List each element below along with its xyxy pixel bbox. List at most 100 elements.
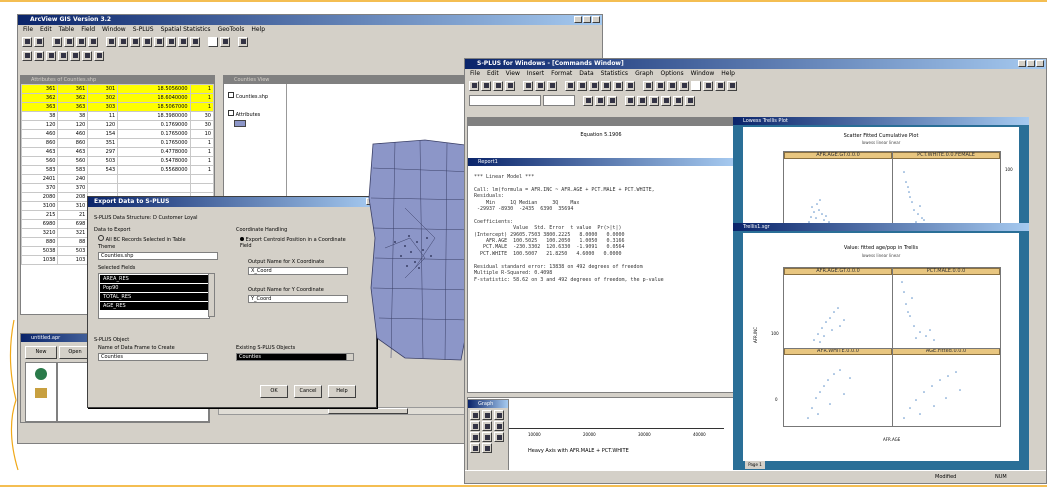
measure-tool[interactable] <box>82 50 92 61</box>
chevron-down-icon[interactable] <box>346 353 354 361</box>
field-list-item[interactable]: AGE_RES <box>100 302 208 310</box>
help-button[interactable] <box>727 80 737 91</box>
table-row[interactable]: 460 460 154 0.1765000 10 <box>21 129 214 139</box>
graph1-title[interactable]: Lowess Trellis Plot <box>733 117 1029 125</box>
table-row[interactable]: 362 362 302 18.6040000 1 <box>21 93 214 103</box>
print-button[interactable] <box>505 80 515 91</box>
table-cell[interactable]: 208 <box>57 192 89 202</box>
coord-option[interactable]: Export Centroid Position in a Coordinate… <box>240 237 350 249</box>
table-cell[interactable]: 321 <box>57 228 89 238</box>
data-frame-name-field[interactable]: Counties <box>98 353 208 361</box>
table-cell[interactable]: 30 <box>189 111 214 121</box>
fields-scrollbar[interactable] <box>208 273 215 317</box>
trellis-button[interactable] <box>715 80 725 91</box>
table-row[interactable]: 363 363 303 18.5067000 1 <box>21 102 214 112</box>
table-row[interactable]: 560 560 503 0.5478000 1 <box>21 156 214 166</box>
table-cell[interactable] <box>87 183 119 193</box>
maximize-button[interactable] <box>583 16 591 23</box>
county-map[interactable] <box>365 138 480 363</box>
arcview-menu-spatial-statistics[interactable]: Spatial Statistics <box>161 25 211 34</box>
table-cell[interactable]: 362 <box>21 93 59 103</box>
paste-button[interactable] <box>88 36 98 47</box>
zoom-in-tool[interactable] <box>46 50 56 61</box>
arcview-menu-window[interactable]: Window <box>102 25 126 34</box>
table-cell[interactable]: 543 <box>87 165 119 175</box>
italic-button[interactable] <box>595 95 605 106</box>
table-cell[interactable]: 310 <box>57 201 89 211</box>
table-cell[interactable]: 3210 <box>21 228 59 238</box>
arcview-menu-geotools[interactable]: GeoTools <box>218 25 245 34</box>
table-cell[interactable]: 0.1765000 <box>117 129 191 139</box>
edit-button[interactable] <box>64 36 74 47</box>
table-cell[interactable]: 560 <box>21 156 59 166</box>
views-icon[interactable] <box>35 368 47 380</box>
align-center-button[interactable] <box>637 95 647 106</box>
table-cell[interactable]: 18.5056000 <box>117 84 191 94</box>
sort-descending-button[interactable] <box>142 36 152 47</box>
undo-button[interactable] <box>565 80 575 91</box>
axis-tool[interactable] <box>482 443 492 453</box>
layout-button[interactable] <box>220 36 230 47</box>
page-tab[interactable]: Page 1 <box>745 461 765 469</box>
copy-button[interactable] <box>76 36 86 47</box>
table-cell[interactable] <box>189 183 214 193</box>
table-cell[interactable]: 301 <box>87 84 119 94</box>
field-list-item[interactable]: AREA_RES <box>100 275 208 283</box>
table-cell[interactable]: 215 <box>21 210 59 220</box>
table-cell[interactable]: 10 <box>189 129 214 139</box>
table-cell[interactable]: 21 <box>57 210 89 220</box>
scroll-thumb[interactable] <box>328 408 408 414</box>
table-cell[interactable]: 11 <box>87 111 119 121</box>
arcview-menu-table[interactable]: Table <box>59 25 75 34</box>
ok-button[interactable]: OK <box>260 385 288 398</box>
arcview-menu-file[interactable]: File <box>23 25 33 34</box>
table-cell[interactable]: 560 <box>57 156 89 166</box>
new-button[interactable] <box>469 80 479 91</box>
table-cell[interactable]: 370 <box>57 183 89 193</box>
table-cell[interactable]: 463 <box>21 147 59 157</box>
table-cell[interactable]: 1 <box>189 165 214 175</box>
query-button[interactable] <box>106 36 116 47</box>
arcview-menu-field[interactable]: Field <box>81 25 95 34</box>
table-cell[interactable] <box>117 174 191 184</box>
table-cell[interactable]: 0.4778000 <box>117 147 191 157</box>
align-left-button[interactable] <box>625 95 635 106</box>
text-tool[interactable] <box>94 50 104 61</box>
table-cell[interactable]: 460 <box>57 129 89 139</box>
bold-button[interactable] <box>583 95 593 106</box>
plot-2d-button[interactable] <box>655 80 665 91</box>
table-cell[interactable]: 38 <box>21 111 59 121</box>
splus-menu-graph[interactable]: Graph <box>635 69 653 78</box>
table-cell[interactable]: 120 <box>21 120 59 130</box>
table-cell[interactable]: 2080 <box>21 192 59 202</box>
table-cell[interactable] <box>189 174 214 184</box>
graph2-plot[interactable]: AFR.AGE.GT.0.0.0 PCT.MALE.0.0.0 AFR.WHIT… <box>783 267 1001 427</box>
table-cell[interactable]: 5038 <box>21 246 59 256</box>
table-row[interactable]: 361 361 301 18.5056000 1 <box>21 84 214 94</box>
summarize-button[interactable] <box>154 36 164 47</box>
help-button[interactable]: Help <box>328 385 356 398</box>
page-combo[interactable] <box>543 95 575 106</box>
export-dialog-titlebar[interactable]: Export Data to S-PLUS <box>88 197 376 207</box>
redo-button[interactable] <box>577 80 587 91</box>
date-tool[interactable] <box>494 432 504 442</box>
zoom-button[interactable] <box>691 80 701 91</box>
table-cell[interactable]: 370 <box>21 183 59 193</box>
table-cell[interactable]: 2401 <box>21 174 59 184</box>
table-cell[interactable]: 860 <box>21 138 59 148</box>
legend-item-attributes[interactable]: Attributes <box>228 110 260 127</box>
data-button[interactable] <box>601 80 611 91</box>
arcview-menu-help[interactable]: Help <box>251 25 265 34</box>
export-all-option[interactable]: All BC Records Selected in Table <box>98 235 186 243</box>
underline-button[interactable] <box>607 95 617 106</box>
identify-tool[interactable] <box>34 50 44 61</box>
table-row[interactable]: 120 120 120 0.1769000 30 <box>21 120 214 130</box>
arrow2-tool[interactable] <box>494 421 504 431</box>
table-cell[interactable]: 1 <box>189 93 214 103</box>
annotate-button[interactable] <box>679 80 689 91</box>
select-button[interactable] <box>703 80 713 91</box>
pan-tool[interactable] <box>70 50 80 61</box>
table-cell[interactable]: 0.5478000 <box>117 156 191 166</box>
table-row[interactable]: 2401 240 <box>21 174 214 184</box>
splus-menu-format[interactable]: Format <box>551 69 572 78</box>
